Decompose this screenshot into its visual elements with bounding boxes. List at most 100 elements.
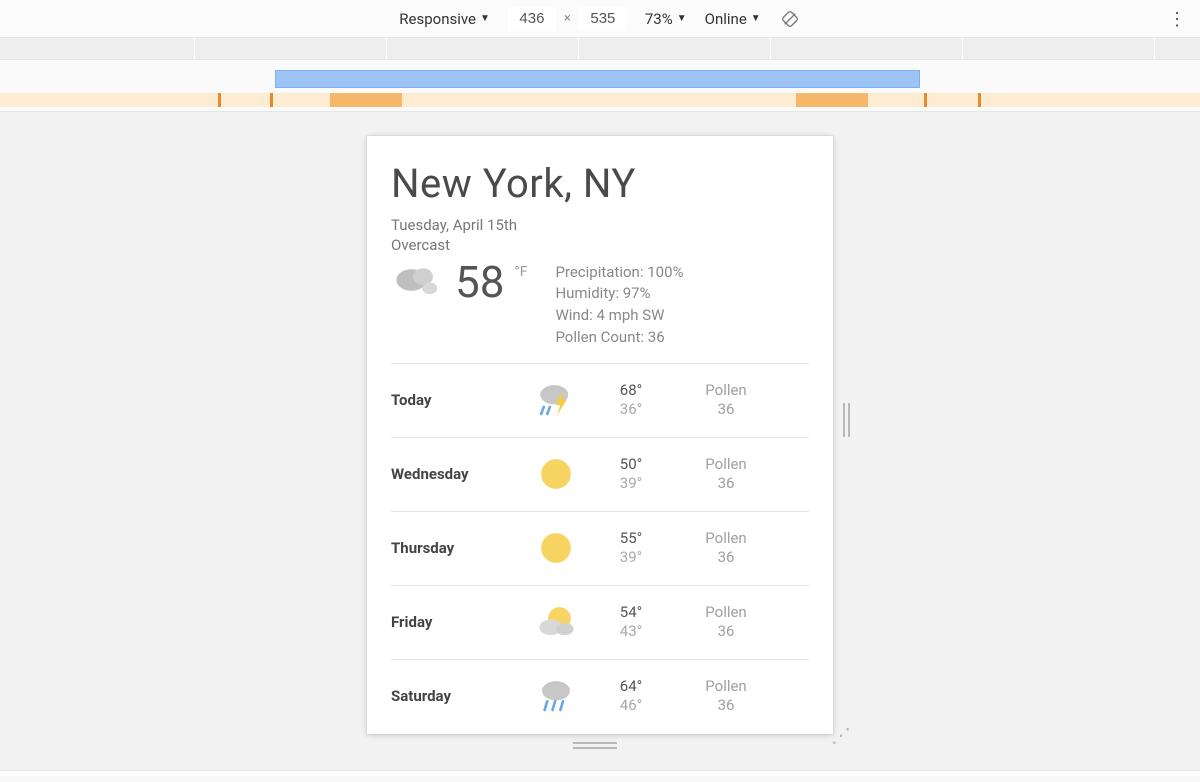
height-input[interactable]	[579, 7, 627, 31]
zoom-label: 73%	[645, 10, 673, 28]
forecast-high: 54°	[591, 603, 671, 623]
forecast-pollen-value: 36	[671, 474, 781, 494]
device-frame: New York, NY Tuesday, April 15th Overcas…	[367, 136, 833, 736]
forecast-pollen-label: Pollen	[671, 381, 781, 401]
breakpoint-marker[interactable]	[218, 93, 221, 107]
current-temp-block: 58 °F	[391, 260, 527, 304]
forecast-pollen-value: 36	[671, 622, 781, 642]
forecast-day: Saturday	[391, 687, 521, 705]
media-query-strip	[0, 60, 1200, 112]
forecast-pollen: Pollen 36	[671, 455, 781, 494]
forecast-high: 55°	[591, 529, 671, 549]
forecast-temps: 64° 46°	[591, 677, 671, 716]
forecast-icon-cell	[521, 601, 591, 643]
dimensions-group: ×	[508, 7, 627, 31]
dimension-separator: ×	[562, 11, 573, 26]
date-text: Tuesday, April 15th	[391, 215, 809, 235]
resize-handle-south[interactable]	[567, 740, 623, 750]
zoom-select[interactable]: 73% ▼	[645, 10, 687, 28]
breakpoint-range[interactable]	[330, 93, 402, 107]
chevron-down-icon: ▼	[677, 13, 687, 24]
forecast-row: Friday 54° 43°	[391, 585, 809, 659]
humidity-value: 97%	[623, 284, 651, 302]
forecast-row: Thursday 55° 39° Pollen 36	[391, 511, 809, 585]
forecast-icon-cell	[521, 527, 591, 569]
forecast-pollen-label: Pollen	[671, 603, 781, 623]
chevron-down-icon: ▼	[751, 13, 761, 24]
forecast-row: Saturday 64° 46°	[391, 659, 809, 733]
breakpoint-marker[interactable]	[270, 93, 273, 107]
forecast-pollen: Pollen 36	[671, 603, 781, 642]
forecast-icon-cell	[521, 675, 591, 717]
forecast-high: 50°	[591, 455, 671, 475]
forecast-temps: 50° 39°	[591, 455, 671, 494]
forecast-day: Wednesday	[391, 465, 521, 483]
forecast-temps: 68° 36°	[591, 381, 671, 420]
forecast-temps: 54° 43°	[591, 603, 671, 642]
wind-value: 4 mph SW	[597, 306, 665, 324]
chevron-down-icon: ▼	[480, 13, 490, 24]
forecast-high: 68°	[591, 381, 671, 401]
forecast-pollen-value: 36	[671, 548, 781, 568]
forecast-low: 46°	[591, 696, 671, 716]
forecast-row: Wednesday 50° 39° Pollen 36	[391, 437, 809, 511]
resize-handle-east[interactable]	[839, 396, 853, 444]
forecast-pollen-value: 36	[671, 696, 781, 716]
rotate-button[interactable]	[779, 8, 801, 30]
forecast-row: Today 68° 36°	[391, 363, 809, 437]
forecast-pollen-value: 36	[671, 400, 781, 420]
forecast-low: 43°	[591, 622, 671, 642]
forecast-low: 39°	[591, 548, 671, 568]
wind-label: Wind:	[555, 306, 592, 324]
breakpoint-range[interactable]	[796, 93, 868, 107]
more-options-button[interactable]: ⋮	[1168, 0, 1186, 38]
emulated-page[interactable]: New York, NY Tuesday, April 15th Overcas…	[367, 136, 833, 734]
forecast-pollen: Pollen 36	[671, 529, 781, 568]
breakpoint-marker[interactable]	[978, 93, 981, 107]
precip-label: Precipitation:	[555, 263, 643, 281]
rain-icon	[535, 675, 577, 717]
forecast-temps: 55° 39°	[591, 529, 671, 568]
partly-cloudy-icon	[535, 601, 577, 643]
precip-value: 100%	[647, 263, 683, 281]
forecast-pollen-label: Pollen	[671, 529, 781, 549]
media-query-track	[0, 93, 1200, 107]
forecast-list: Today 68° 36°	[391, 363, 809, 733]
media-query-bar[interactable]	[275, 70, 920, 88]
emulated-viewport-area: New York, NY Tuesday, April 15th Overcas…	[0, 112, 1200, 776]
more-vertical-icon: ⋮	[1168, 9, 1186, 30]
device-select[interactable]: Responsive ▼	[399, 10, 490, 28]
weather-card: New York, NY Tuesday, April 15th Overcas…	[367, 136, 833, 733]
overcast-icon	[391, 260, 445, 300]
current-temp: 58	[455, 260, 504, 304]
width-ruler	[0, 38, 1200, 60]
forecast-day: Thursday	[391, 539, 521, 557]
breakpoint-marker[interactable]	[924, 93, 927, 107]
device-toolbar: Responsive ▼ × 73% ▼ Online ▼ ⋮	[0, 0, 1200, 38]
resize-handle-southeast[interactable]: ⋰	[831, 728, 853, 750]
forecast-low: 36°	[591, 400, 671, 420]
forecast-pollen-label: Pollen	[671, 455, 781, 475]
throttling-label: Online	[705, 10, 747, 28]
rotate-icon	[780, 9, 800, 29]
width-input[interactable]	[508, 7, 556, 31]
forecast-day: Today	[391, 391, 521, 409]
current-details: Precipitation: 100% Humidity: 97% Wind: …	[555, 262, 683, 349]
date-condition: Tuesday, April 15th Overcast	[391, 215, 809, 256]
current-conditions: 58 °F Precipitation: 100% Humidity: 97% …	[391, 260, 809, 349]
device-select-label: Responsive	[399, 10, 476, 28]
forecast-pollen: Pollen 36	[671, 677, 781, 716]
sunny-icon	[535, 453, 577, 495]
forecast-icon-cell	[521, 453, 591, 495]
devtools-statusbar	[0, 770, 1200, 776]
condition-text: Overcast	[391, 235, 809, 255]
throttling-select[interactable]: Online ▼	[705, 10, 761, 28]
humidity-label: Humidity:	[555, 284, 619, 302]
forecast-pollen: Pollen 36	[671, 381, 781, 420]
location-title: New York, NY	[391, 160, 809, 207]
forecast-day: Friday	[391, 613, 521, 631]
pollen-value: 36	[648, 328, 665, 346]
pollen-label: Pollen Count:	[555, 328, 644, 346]
temp-unit: °F	[514, 264, 527, 280]
forecast-low: 39°	[591, 474, 671, 494]
